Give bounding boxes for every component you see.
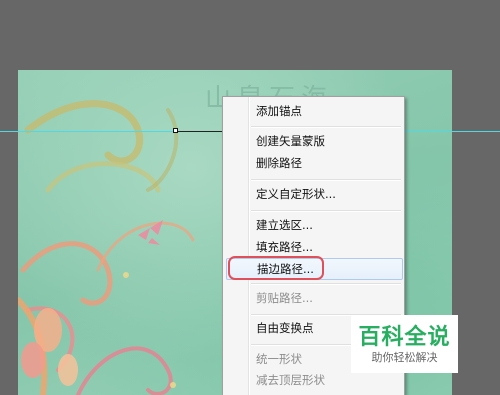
highlight-annotation: [228, 256, 324, 280]
menu-separator: [251, 210, 401, 212]
menu-item-clipping-path[interactable]: 剪贴路径...: [223, 287, 404, 309]
menu-item-add-anchor[interactable]: 添加锚点: [223, 100, 404, 122]
menu-item-make-selection[interactable]: 建立选区...: [223, 214, 404, 236]
menu-item-delete-path[interactable]: 删除路径: [223, 152, 404, 174]
watermark-subtitle: 助你轻松解决: [371, 351, 438, 364]
menu-separator: [251, 283, 401, 285]
watermark-logo: 百科全说 助你轻松解决: [351, 315, 458, 373]
menu-item-define-custom-shape[interactable]: 定义自定形状...: [223, 183, 404, 205]
menu-separator: [251, 126, 401, 128]
menu-separator: [251, 179, 401, 181]
watermark-title: 百科全说: [358, 325, 451, 350]
anchor-point[interactable]: [173, 128, 178, 133]
menu-item-create-vector-mask[interactable]: 创建矢量蒙版: [223, 130, 404, 152]
menu-item-fill-path[interactable]: 填充路径...: [223, 236, 404, 258]
